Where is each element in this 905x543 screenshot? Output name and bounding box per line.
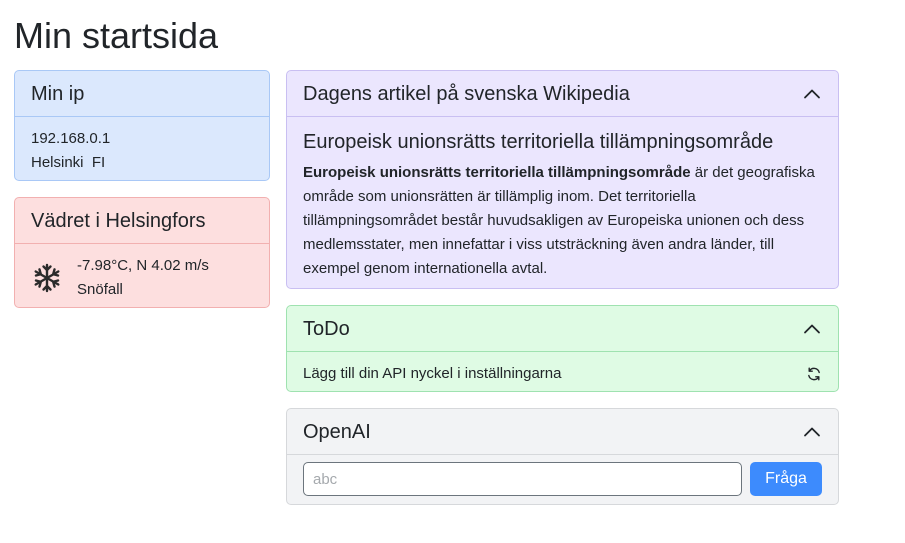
todo-card-body: Lägg till din API nyckel i inställningar… — [287, 352, 838, 391]
wiki-card: Dagens artikel på svenska Wikipedia Euro… — [286, 70, 839, 289]
weather-card-header: Vädret i Helsingfors — [15, 198, 269, 244]
todo-card-title: ToDo — [303, 317, 350, 340]
todo-card: ToDo Lägg till din API nyckel i inställn… — [286, 305, 839, 392]
ip-location: Helsinki FI — [31, 154, 106, 171]
article-title: Europeisk unionsrätts territoriella till… — [303, 131, 774, 153]
openai-card: OpenAI Fråga — [286, 408, 839, 505]
wiki-card-header: Dagens artikel på svenska Wikipedia — [287, 71, 838, 117]
ip-card: Min ip 192.168.0.1 Helsinki FI — [14, 70, 270, 181]
chevron-up-icon[interactable] — [802, 422, 822, 442]
openai-card-header: OpenAI — [287, 409, 838, 455]
weather-card-body: -7.98°C, N 4.02 m/s Snöfall — [15, 244, 269, 307]
weather-card: Vädret i Helsingfors -7.98°C, N 4.02 m/s — [14, 197, 270, 308]
todo-card-header: ToDo — [287, 306, 838, 352]
weather-card-title: Vädret i Helsingfors — [31, 209, 206, 232]
page-title: Min startsida — [14, 15, 219, 56]
article-text: Europeisk unionsrätts territoriella till… — [303, 161, 822, 281]
ask-button[interactable]: Fråga — [750, 462, 822, 496]
ip-card-title: Min ip — [31, 82, 85, 105]
wiki-card-body: Europeisk unionsrätts territoriella till… — [287, 117, 838, 288]
article-bold-term: Europeisk unionsrätts territoriella till… — [303, 164, 691, 181]
weather-condition: Snöfall — [77, 281, 123, 298]
openai-card-body: Fråga — [287, 455, 838, 504]
ip-card-header: Min ip — [15, 71, 269, 117]
refresh-icon[interactable] — [806, 366, 822, 382]
ip-card-body: 192.168.0.1 Helsinki FI — [15, 117, 269, 180]
todo-message: Lägg till din API nyckel i inställningar… — [303, 365, 562, 382]
ip-address: 192.168.0.1 — [31, 130, 111, 147]
wiki-card-title: Dagens artikel på svenska Wikipedia — [303, 82, 630, 105]
snowflake-icon — [31, 262, 63, 294]
chevron-up-icon[interactable] — [802, 84, 822, 104]
openai-card-title: OpenAI — [303, 420, 371, 443]
openai-prompt-input[interactable] — [303, 462, 742, 496]
weather-reading: -7.98°C, N 4.02 m/s — [77, 257, 209, 274]
chevron-up-icon[interactable] — [802, 319, 822, 339]
